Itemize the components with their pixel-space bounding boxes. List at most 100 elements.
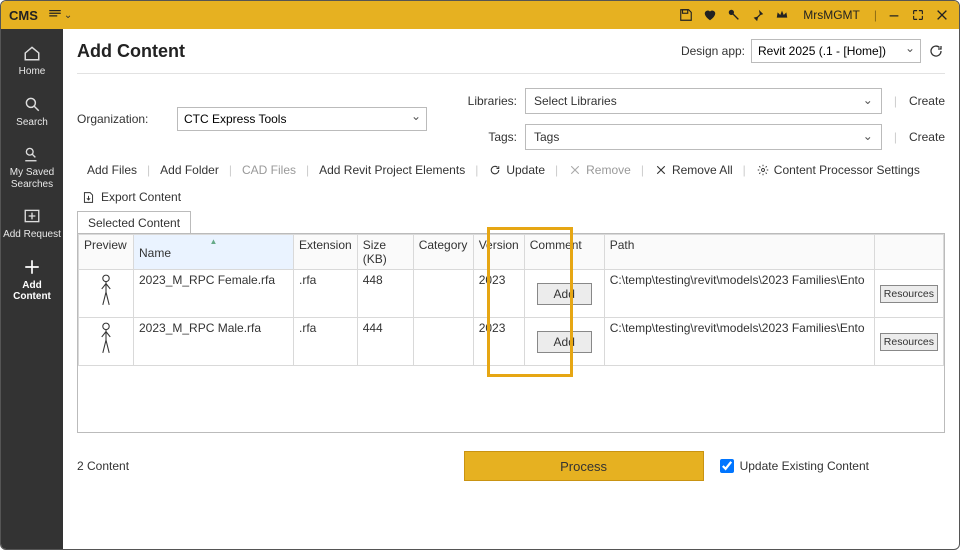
app-window: CMS ⌄ MrsMGMT | — [0, 0, 960, 550]
create-library-link[interactable]: Create — [909, 94, 945, 108]
app-brand: CMS — [9, 8, 38, 23]
cell-preview — [79, 318, 134, 366]
table-row[interactable]: 2023_M_RPC Female.rfa .rfa 448 2023 Add … — [79, 270, 944, 318]
sidebar-item-home[interactable]: Home — [1, 35, 63, 86]
cell-resources: Resources — [874, 318, 943, 366]
sidebar-item-label: Home — [19, 66, 46, 78]
update-existing-checkbox-input[interactable] — [720, 459, 734, 473]
add-comment-button[interactable]: Add — [537, 283, 592, 305]
libraries-select[interactable]: Select Libraries — [525, 88, 882, 114]
col-category[interactable]: Category — [413, 235, 473, 270]
cell-version: 2023 — [473, 318, 524, 366]
cell-path: C:\temp\testing\revit\models\2023 Famili… — [604, 270, 874, 318]
content-processor-settings-button[interactable]: Content Processor Settings — [754, 162, 922, 178]
update-existing-checkbox[interactable]: Update Existing Content — [720, 459, 869, 473]
sidebar-item-label: Search — [16, 117, 48, 129]
resources-button[interactable]: Resources — [880, 333, 938, 351]
maximize-icon[interactable] — [909, 6, 927, 24]
cell-resources: Resources — [874, 270, 943, 318]
cell-comment: Add — [524, 270, 604, 318]
col-name[interactable]: ▲Name — [134, 235, 294, 270]
tab-selected-content[interactable]: Selected Content — [77, 211, 191, 234]
col-comment[interactable]: Comment — [524, 235, 604, 270]
cell-size: 444 — [357, 318, 413, 366]
save-icon[interactable] — [677, 6, 695, 24]
content-toolbar: Add Files | Add Folder | CAD Files | Add… — [85, 162, 945, 178]
titlebar-menu-dropdown[interactable]: ⌄ — [48, 8, 72, 22]
design-app-label: Design app: — [681, 44, 745, 58]
design-app-select[interactable]: Revit 2025 (.1 - [Home]) — [751, 39, 921, 63]
cell-name: 2023_M_RPC Female.rfa — [134, 270, 294, 318]
col-version[interactable]: Version — [473, 235, 524, 270]
heart-icon[interactable] — [701, 6, 719, 24]
libraries-label: Libraries: — [457, 94, 517, 108]
notification-icon[interactable] — [725, 6, 743, 24]
add-files-button[interactable]: Add Files — [85, 162, 139, 178]
sidebar-item-label: Add Request — [3, 229, 61, 241]
add-folder-button[interactable]: Add Folder — [158, 162, 221, 178]
remove-all-button[interactable]: Remove All — [652, 162, 735, 178]
export-content-button[interactable]: Export Content — [101, 190, 181, 204]
tags-select[interactable]: Tags — [525, 124, 882, 150]
close-icon[interactable] — [933, 6, 951, 24]
resources-button[interactable]: Resources — [880, 285, 938, 303]
main-panel: Add Content Design app: Revit 2025 (.1 -… — [63, 29, 959, 549]
cell-category — [413, 270, 473, 318]
tags-label: Tags: — [457, 130, 517, 144]
sidebar: Home Search My Saved Searches Add Reques… — [1, 29, 63, 549]
col-resources[interactable] — [874, 235, 943, 270]
cad-files-button: CAD Files — [240, 162, 298, 178]
sidebar-item-label: My Saved Searches — [3, 167, 61, 190]
add-comment-button[interactable]: Add — [537, 331, 592, 353]
remove-button: Remove — [566, 162, 633, 178]
cell-extension: .rfa — [294, 270, 358, 318]
export-icon — [81, 190, 95, 204]
remove-icon — [568, 163, 582, 177]
cell-comment: Add — [524, 318, 604, 366]
gear-icon — [756, 163, 770, 177]
col-preview[interactable]: Preview — [79, 235, 134, 270]
user-label[interactable]: MrsMGMT — [803, 8, 860, 22]
create-tag-link[interactable]: Create — [909, 130, 945, 144]
search-icon — [22, 94, 42, 114]
person-icon — [95, 273, 117, 307]
content-table: Preview ▲Name Extension Size (KB) Catego… — [77, 233, 945, 433]
update-icon — [488, 163, 502, 177]
content-count: 2 Content — [77, 459, 129, 473]
page-title: Add Content — [77, 41, 185, 62]
person-icon — [95, 321, 117, 355]
col-extension[interactable]: Extension — [294, 235, 358, 270]
add-revit-elements-button[interactable]: Add Revit Project Elements — [317, 162, 467, 178]
cell-extension: .rfa — [294, 318, 358, 366]
pin-icon[interactable] — [749, 6, 767, 24]
sidebar-item-add-request[interactable]: Add Request — [1, 198, 63, 249]
crown-icon[interactable] — [773, 6, 791, 24]
cell-size: 448 — [357, 270, 413, 318]
sidebar-item-saved-searches[interactable]: My Saved Searches — [1, 136, 63, 198]
minimize-icon[interactable] — [885, 6, 903, 24]
cell-path: C:\temp\testing\revit\models\2023 Famili… — [604, 318, 874, 366]
refresh-icon[interactable] — [927, 42, 945, 60]
remove-all-icon — [654, 163, 668, 177]
add-content-icon — [22, 257, 42, 277]
sidebar-item-search[interactable]: Search — [1, 86, 63, 137]
process-button[interactable]: Process — [464, 451, 704, 481]
sort-ascending-icon: ▲ — [139, 238, 288, 246]
saved-searches-icon — [22, 144, 42, 164]
update-button[interactable]: Update — [486, 162, 547, 178]
cell-preview — [79, 270, 134, 318]
organization-label: Organization: — [77, 112, 167, 126]
organization-select[interactable]: CTC Express Tools — [177, 107, 427, 131]
sidebar-item-label: Add Content — [3, 280, 61, 303]
table-row[interactable]: 2023_M_RPC Male.rfa .rfa 444 2023 Add C:… — [79, 318, 944, 366]
col-size[interactable]: Size (KB) — [357, 235, 413, 270]
add-request-icon — [22, 206, 42, 226]
cell-version: 2023 — [473, 270, 524, 318]
titlebar: CMS ⌄ MrsMGMT | — [1, 1, 959, 29]
cell-category — [413, 318, 473, 366]
col-path[interactable]: Path — [604, 235, 874, 270]
home-icon — [22, 43, 42, 63]
cell-name: 2023_M_RPC Male.rfa — [134, 318, 294, 366]
table-header-row: Preview ▲Name Extension Size (KB) Catego… — [79, 235, 944, 270]
sidebar-item-add-content[interactable]: Add Content — [1, 249, 63, 311]
